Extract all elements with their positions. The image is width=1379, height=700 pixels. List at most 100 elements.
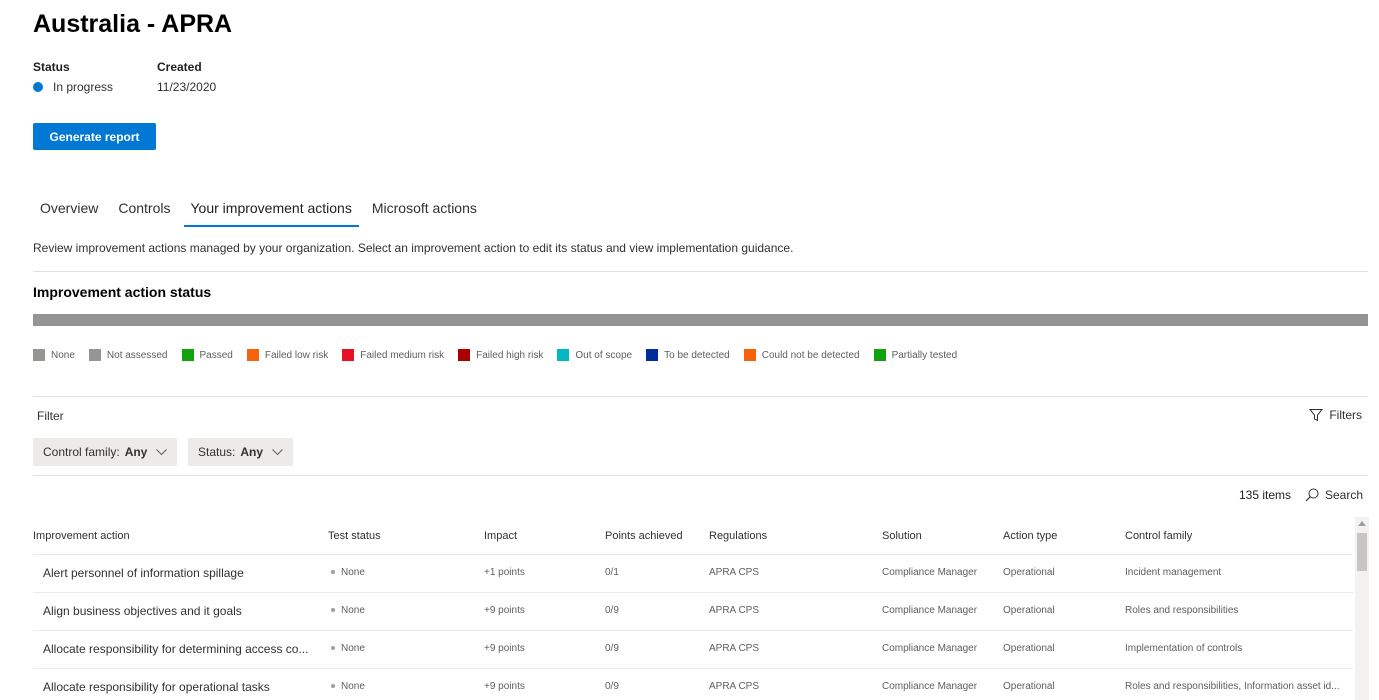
control-family: Roles and responsibilities: [1125, 605, 1239, 616]
pill-value: Any: [124, 445, 148, 459]
points-achieved: 0/1: [605, 567, 619, 578]
legend-item-failed-high: Failed high risk: [458, 349, 543, 361]
control-family: Roles and responsibilities, Information …: [1125, 681, 1340, 692]
control-family: Implementation of controls: [1125, 643, 1243, 654]
legend-item-to-be-detected: To be detected: [646, 349, 730, 361]
action-type: Operational: [1003, 681, 1055, 692]
legend-swatch: [873, 349, 886, 361]
solution: Compliance Manager: [882, 567, 978, 578]
legend-swatch: [743, 349, 756, 361]
legend-swatch: [557, 349, 570, 361]
control-family: Incident management: [1125, 567, 1222, 578]
page-title: Australia - APRA: [33, 10, 233, 38]
scroll-thumb[interactable]: [1357, 533, 1367, 571]
status-legend: None Not assessed Passed Failed low risk…: [33, 349, 971, 361]
test-status: None: [331, 681, 365, 692]
status-section-title: Improvement action status: [33, 284, 212, 300]
column-header[interactable]: Points achieved: [605, 530, 683, 542]
regulations: APRA CPS: [709, 567, 760, 578]
filter-icon: [1309, 409, 1324, 422]
legend-item-not-assessed: Not assessed: [88, 349, 168, 361]
created-block: Created 11/23/2020: [157, 60, 216, 94]
tab-microsoft-actions[interactable]: Microsoft actions: [365, 200, 484, 227]
legend-label: Out of scope: [575, 349, 633, 361]
legend-item-passed: Passed: [181, 349, 233, 361]
solution: Compliance Manager: [882, 643, 978, 654]
legend-label: Could not be detected: [761, 349, 860, 361]
action-name[interactable]: Align business objectives and it goals: [43, 604, 323, 618]
generate-report-button[interactable]: Generate report: [33, 123, 156, 150]
status-dot-icon: [331, 608, 335, 613]
regulations: APRA CPS: [709, 681, 760, 692]
table-row[interactable]: Allocate responsibility for determining …: [33, 630, 1353, 668]
divider: [33, 396, 1368, 397]
table-row[interactable]: Alert personnel of information spillage …: [33, 554, 1353, 592]
filters-button-label: Filters: [1329, 408, 1362, 422]
table-row[interactable]: Allocate responsibility for operational …: [33, 668, 1353, 700]
test-status-label: None: [341, 643, 365, 654]
legend-item-none: None: [33, 349, 75, 361]
test-status-label: None: [341, 567, 365, 578]
legend-label: Failed medium risk: [360, 349, 445, 361]
action-name[interactable]: Allocate responsibility for operational …: [43, 680, 323, 694]
status-filter[interactable]: Status: Any: [188, 438, 294, 466]
action-type: Operational: [1003, 567, 1055, 578]
legend-label: Failed low risk: [264, 349, 329, 361]
pill-value: Any: [240, 445, 264, 459]
tab-controls[interactable]: Controls: [111, 200, 177, 227]
impact: +9 points: [484, 605, 525, 616]
legend-label: Partially tested: [891, 349, 958, 361]
points-achieved: 0/9: [605, 681, 619, 692]
solution: Compliance Manager: [882, 605, 978, 616]
column-header[interactable]: Action type: [1003, 530, 1057, 542]
chevron-down-icon: [156, 448, 168, 455]
legend-item-out-of-scope: Out of scope: [557, 349, 632, 361]
legend-label: None: [51, 349, 75, 361]
tab-your-improvement-actions[interactable]: Your improvement actions: [183, 200, 360, 227]
action-type: Operational: [1003, 605, 1055, 616]
column-header[interactable]: Improvement action: [33, 530, 130, 542]
scroll-up-arrow-icon[interactable]: [1358, 521, 1366, 526]
legend-item-partially-tested: Partially tested: [873, 349, 958, 361]
search-label: Search: [1325, 488, 1364, 502]
control-family-filter[interactable]: Control family: Any: [33, 438, 178, 466]
created-value: 11/23/2020: [157, 80, 217, 94]
column-header[interactable]: Impact: [484, 530, 517, 542]
filters-button[interactable]: Filters: [1309, 408, 1362, 422]
status-block: Status In progress: [33, 60, 113, 94]
legend-label: Failed high risk: [476, 349, 544, 361]
table-scrollbar[interactable]: [1355, 517, 1369, 700]
tab-bar: Overview Controls Your improvement actio…: [33, 200, 490, 227]
filter-label: Filter: [37, 409, 64, 423]
pill-key: Control family:: [43, 445, 120, 459]
points-achieved: 0/9: [605, 643, 619, 654]
divider: [33, 271, 1368, 272]
status-dot-icon: [33, 82, 43, 92]
column-header[interactable]: Control family: [1125, 530, 1192, 542]
legend-item-could-not-be-detected: Could not be detected: [743, 349, 860, 361]
impact: +1 points: [484, 567, 525, 578]
table-row[interactable]: Align business objectives and it goals N…: [33, 592, 1353, 630]
column-header[interactable]: Regulations: [709, 530, 767, 542]
action-name[interactable]: Alert personnel of information spillage: [43, 566, 323, 580]
status-dot-icon: [331, 646, 335, 651]
status-value: In progress: [53, 80, 114, 94]
pill-key: Status:: [198, 445, 236, 459]
legend-swatch: [646, 349, 659, 361]
points-achieved: 0/9: [605, 605, 619, 616]
tab-overview[interactable]: Overview: [33, 200, 105, 227]
search-button[interactable]: Search: [1305, 488, 1363, 502]
legend-label: Not assessed: [106, 349, 168, 361]
action-name[interactable]: Allocate responsibility for determining …: [43, 642, 323, 656]
legend-swatch: [33, 349, 45, 361]
test-status-label: None: [341, 605, 365, 616]
column-header[interactable]: Solution: [882, 530, 922, 542]
regulations: APRA CPS: [709, 605, 760, 616]
legend-swatch: [458, 349, 471, 361]
impact: +9 points: [484, 643, 525, 654]
action-type: Operational: [1003, 643, 1055, 654]
legend-item-failed-low: Failed low risk: [246, 349, 329, 361]
test-status: None: [331, 643, 365, 654]
divider: [33, 475, 1368, 476]
column-header[interactable]: Test status: [328, 530, 381, 542]
